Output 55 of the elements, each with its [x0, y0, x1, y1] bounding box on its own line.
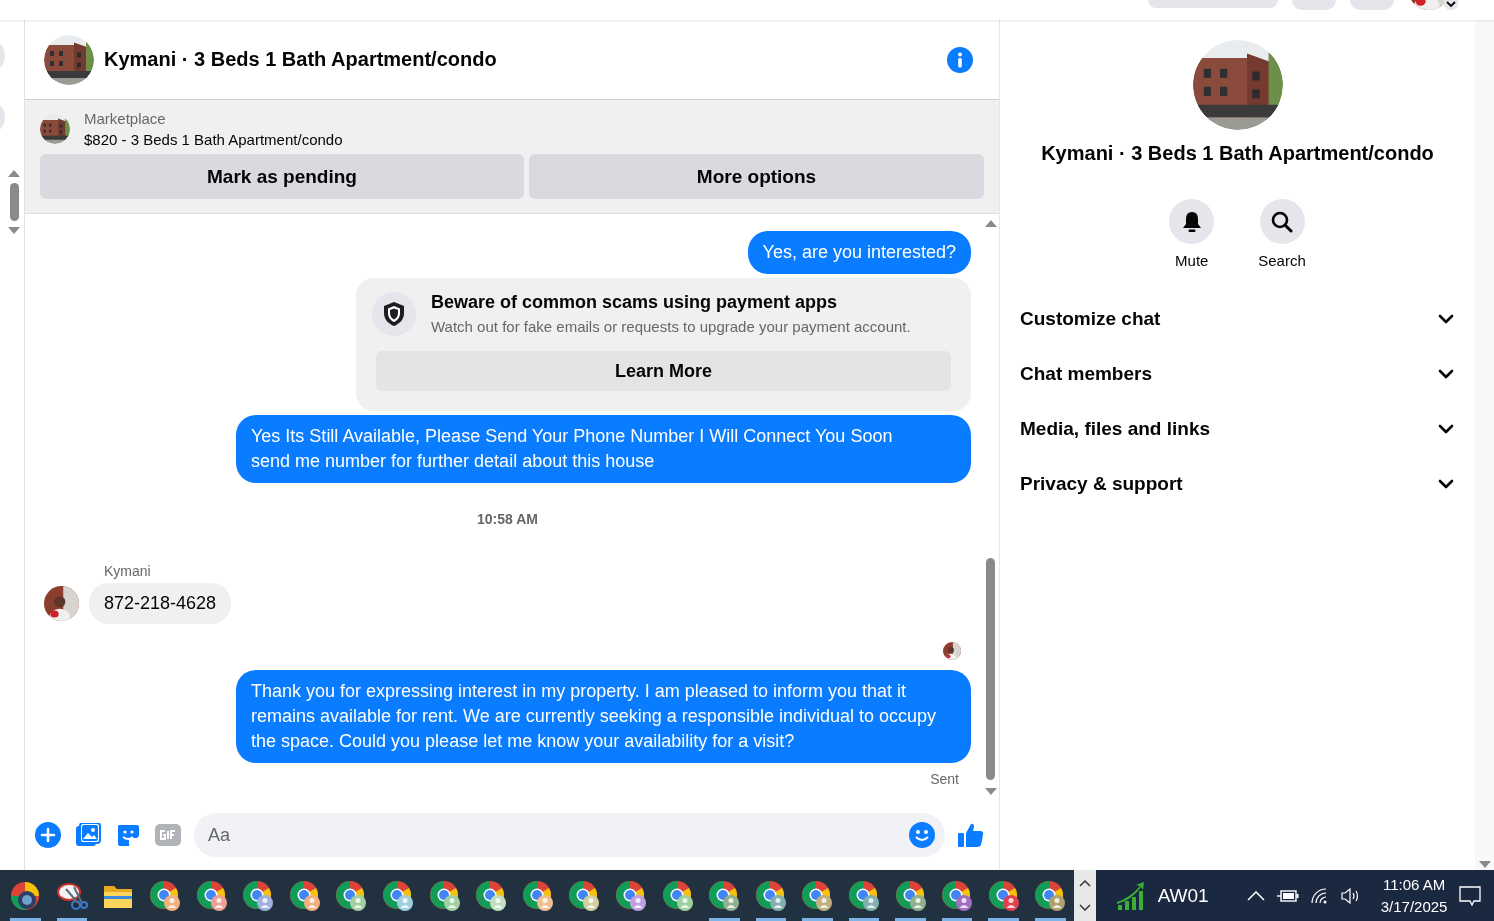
running-indicator	[755, 918, 787, 921]
conversation-name: Kymani · 3 Beds 1 Bath Apartment/condo	[1041, 142, 1434, 165]
warning-text: Watch out for fake emails or requests to upgrade your payment account.	[431, 318, 911, 335]
running-indicator	[988, 918, 1020, 921]
thumbs-up-icon[interactable]	[957, 821, 985, 849]
bell-icon	[1181, 210, 1202, 233]
chevron-up-icon[interactable]	[1246, 890, 1265, 901]
sender-name: Kymani	[104, 563, 152, 579]
running-indicator	[1035, 918, 1066, 921]
message-input-field[interactable]: Aa	[194, 813, 945, 857]
scroll-up-icon[interactable]	[1078, 878, 1091, 887]
section-toggle[interactable]: Customize chat	[1020, 291, 1455, 346]
section-toggle[interactable]: Media, files and links	[1020, 401, 1455, 456]
speaker-icon[interactable]	[1340, 887, 1361, 904]
emoji-icon[interactable]	[909, 822, 935, 848]
running-indicator	[708, 918, 740, 921]
running-indicator	[56, 918, 88, 921]
wifi-icon[interactable]	[1310, 887, 1329, 904]
listing-action-button[interactable]: More options	[529, 154, 984, 199]
warning-title: Beware of common scams using payment apps	[431, 292, 839, 313]
notification-icon[interactable]	[1459, 885, 1482, 906]
section-toggle[interactable]: Privacy & support	[1020, 456, 1455, 511]
tray-app-label: AW01	[1157, 884, 1209, 907]
search-icon	[1271, 210, 1293, 233]
chat-title: Kymani · 3 Beds 1 Bath Apartment/condo	[104, 48, 498, 71]
scrollbar-thumb[interactable]	[9, 183, 19, 221]
message-bubble: 872-218-4628	[89, 583, 232, 624]
running-indicator	[941, 918, 973, 921]
scissors-icon	[55, 880, 88, 911]
plus-icon[interactable]	[34, 821, 62, 849]
message-bubble: Thank you for expressing interest in my property. I am pleased to inform you that it remains available for rent. We are currently seeking a responsible individual to occupy the space. Could you please let me know your availability for a visit?	[236, 670, 971, 763]
running-indicator	[10, 918, 41, 921]
shield-icon	[372, 292, 416, 336]
image-icon[interactable]	[74, 821, 102, 849]
listing-summary: $820 - 3 Beds 1 Bath Apartment/condo	[84, 131, 343, 148]
running-indicator	[895, 918, 926, 921]
battery-icon[interactable]	[1276, 889, 1299, 902]
running-indicator	[848, 918, 880, 921]
scrollbar-thumb[interactable]	[986, 558, 995, 780]
clock-date[interactable]: 3/17/2025	[1380, 895, 1448, 918]
sent-status: Sent	[930, 771, 959, 787]
chart-arrow-icon[interactable]	[1115, 881, 1146, 910]
running-indicator	[802, 918, 833, 921]
clock-time[interactable]: 11:06 AM	[1382, 873, 1446, 896]
listing-action-button[interactable]: Mark as pending	[40, 154, 524, 199]
message-bubble: Yes, are you interested?	[747, 231, 971, 274]
section-toggle[interactable]: Chat members	[1020, 346, 1455, 401]
message-bubble: Yes Its Still Available, Please Send Your Phone Number I Will Connect You Soon send me number for further detail about this house	[236, 415, 971, 483]
learn-more-button[interactable]: Learn More	[376, 351, 951, 391]
timestamp: 10:58 AM	[477, 511, 538, 527]
caret-icon[interactable]	[1444, 0, 1458, 10]
browser-icon	[10, 880, 41, 911]
scroll-down-icon[interactable]	[1078, 904, 1091, 913]
info-icon[interactable]	[947, 46, 973, 73]
listing-source: Marketplace	[84, 110, 167, 127]
